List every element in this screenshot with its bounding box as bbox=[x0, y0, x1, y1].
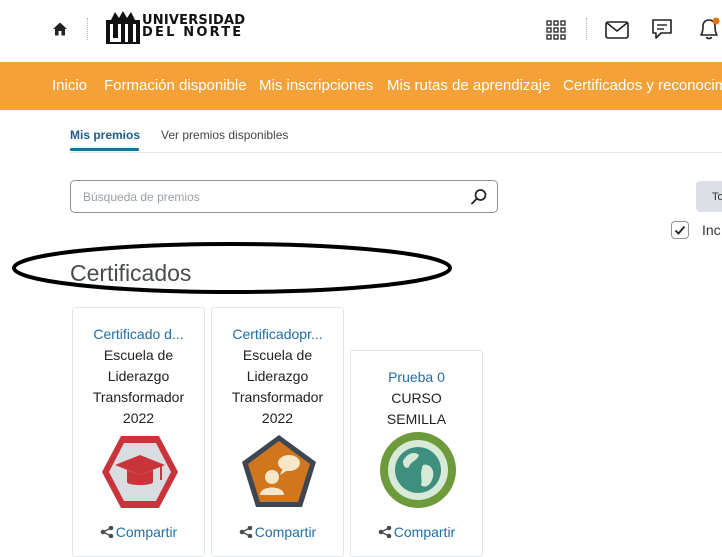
nav-item-formacion[interactable]: Formación disponible bbox=[104, 77, 247, 94]
logo-line-2: DEL NORTE bbox=[142, 25, 244, 40]
section-title: Certificados bbox=[70, 260, 192, 286]
award-description-line: Liderazgo bbox=[107, 368, 170, 384]
graduation-cap-badge-icon[interactable] bbox=[101, 433, 179, 511]
share-label: Compartir bbox=[115, 524, 178, 540]
home-icon[interactable] bbox=[52, 21, 68, 37]
award-title[interactable]: Certificado d... bbox=[73, 326, 204, 342]
award-description-line: Liderazgo bbox=[246, 368, 309, 384]
award-title[interactable]: Certificadopr... bbox=[212, 326, 343, 342]
award-description: Escuela de Liderazgo Transformador 2022 bbox=[73, 345, 204, 429]
award-card: Certificado d... Escuela de Liderazgo Tr… bbox=[72, 307, 205, 557]
bell-icon[interactable] bbox=[696, 16, 722, 42]
award-description-line: SEMILLA bbox=[386, 411, 447, 427]
share-label: Compartir bbox=[393, 524, 456, 540]
award-description-line: CURSO bbox=[391, 390, 442, 406]
tab-mis-premios[interactable]: Mis premios bbox=[70, 128, 140, 142]
award-description-line: 2022 bbox=[261, 410, 294, 426]
active-tab-indicator bbox=[70, 148, 139, 151]
award-description-line: Escuela de bbox=[103, 347, 174, 363]
share-icon bbox=[239, 526, 253, 538]
header-divider bbox=[586, 18, 587, 40]
globe-badge-icon[interactable] bbox=[379, 431, 457, 509]
tabs-divider bbox=[70, 152, 722, 153]
include-checkbox-label: Inc bbox=[702, 222, 721, 238]
person-speech-badge-icon[interactable] bbox=[240, 433, 318, 511]
award-description-line: Transformador bbox=[92, 389, 185, 405]
nav-item-inicio[interactable]: Inicio bbox=[52, 77, 87, 94]
share-button[interactable]: Compartir bbox=[212, 524, 343, 540]
award-card: Prueba 0 CURSO SEMILLA Compartir bbox=[350, 350, 483, 557]
search-icon[interactable] bbox=[470, 188, 488, 206]
search-box bbox=[70, 180, 498, 213]
checkmark-icon bbox=[674, 225, 686, 235]
nav-item-inscripciones[interactable]: Mis inscripciones bbox=[259, 77, 373, 94]
share-button[interactable]: Compartir bbox=[351, 524, 482, 540]
search-input[interactable] bbox=[71, 181, 461, 212]
tab-ver-premios[interactable]: Ver premios disponibles bbox=[161, 128, 288, 142]
award-description-line: 2022 bbox=[122, 410, 155, 426]
award-description-line: Escuela de bbox=[242, 347, 313, 363]
award-description: CURSO SEMILLA bbox=[351, 388, 482, 430]
share-icon bbox=[378, 526, 392, 538]
award-card: Certificadopr... Escuela de Liderazgo Tr… bbox=[211, 307, 344, 557]
top-header: UNIVERSIDAD DEL NORTE bbox=[0, 0, 722, 62]
share-button[interactable]: Compartir bbox=[73, 524, 204, 540]
chat-icon[interactable] bbox=[650, 18, 674, 42]
main-navbar: Inicio Formación disponible Mis inscripc… bbox=[0, 62, 722, 110]
include-checkbox[interactable] bbox=[671, 221, 689, 239]
app-grid-icon[interactable] bbox=[546, 20, 566, 40]
logo-wordmark: UNIVERSIDAD DEL NORTE bbox=[142, 14, 245, 40]
share-icon bbox=[100, 526, 114, 538]
mail-icon[interactable] bbox=[605, 21, 629, 39]
share-label: Compartir bbox=[254, 524, 317, 540]
award-title[interactable]: Prueba 0 bbox=[351, 369, 482, 385]
award-description-line: Transformador bbox=[231, 389, 324, 405]
header-divider bbox=[87, 18, 88, 40]
nav-item-rutas[interactable]: Mis rutas de aprendizaje bbox=[387, 77, 550, 94]
sort-button[interactable]: To bbox=[696, 181, 722, 212]
award-description: Escuela de Liderazgo Transformador 2022 bbox=[212, 345, 343, 429]
nav-item-certificados[interactable]: Certificados y reconocim bbox=[563, 77, 722, 94]
